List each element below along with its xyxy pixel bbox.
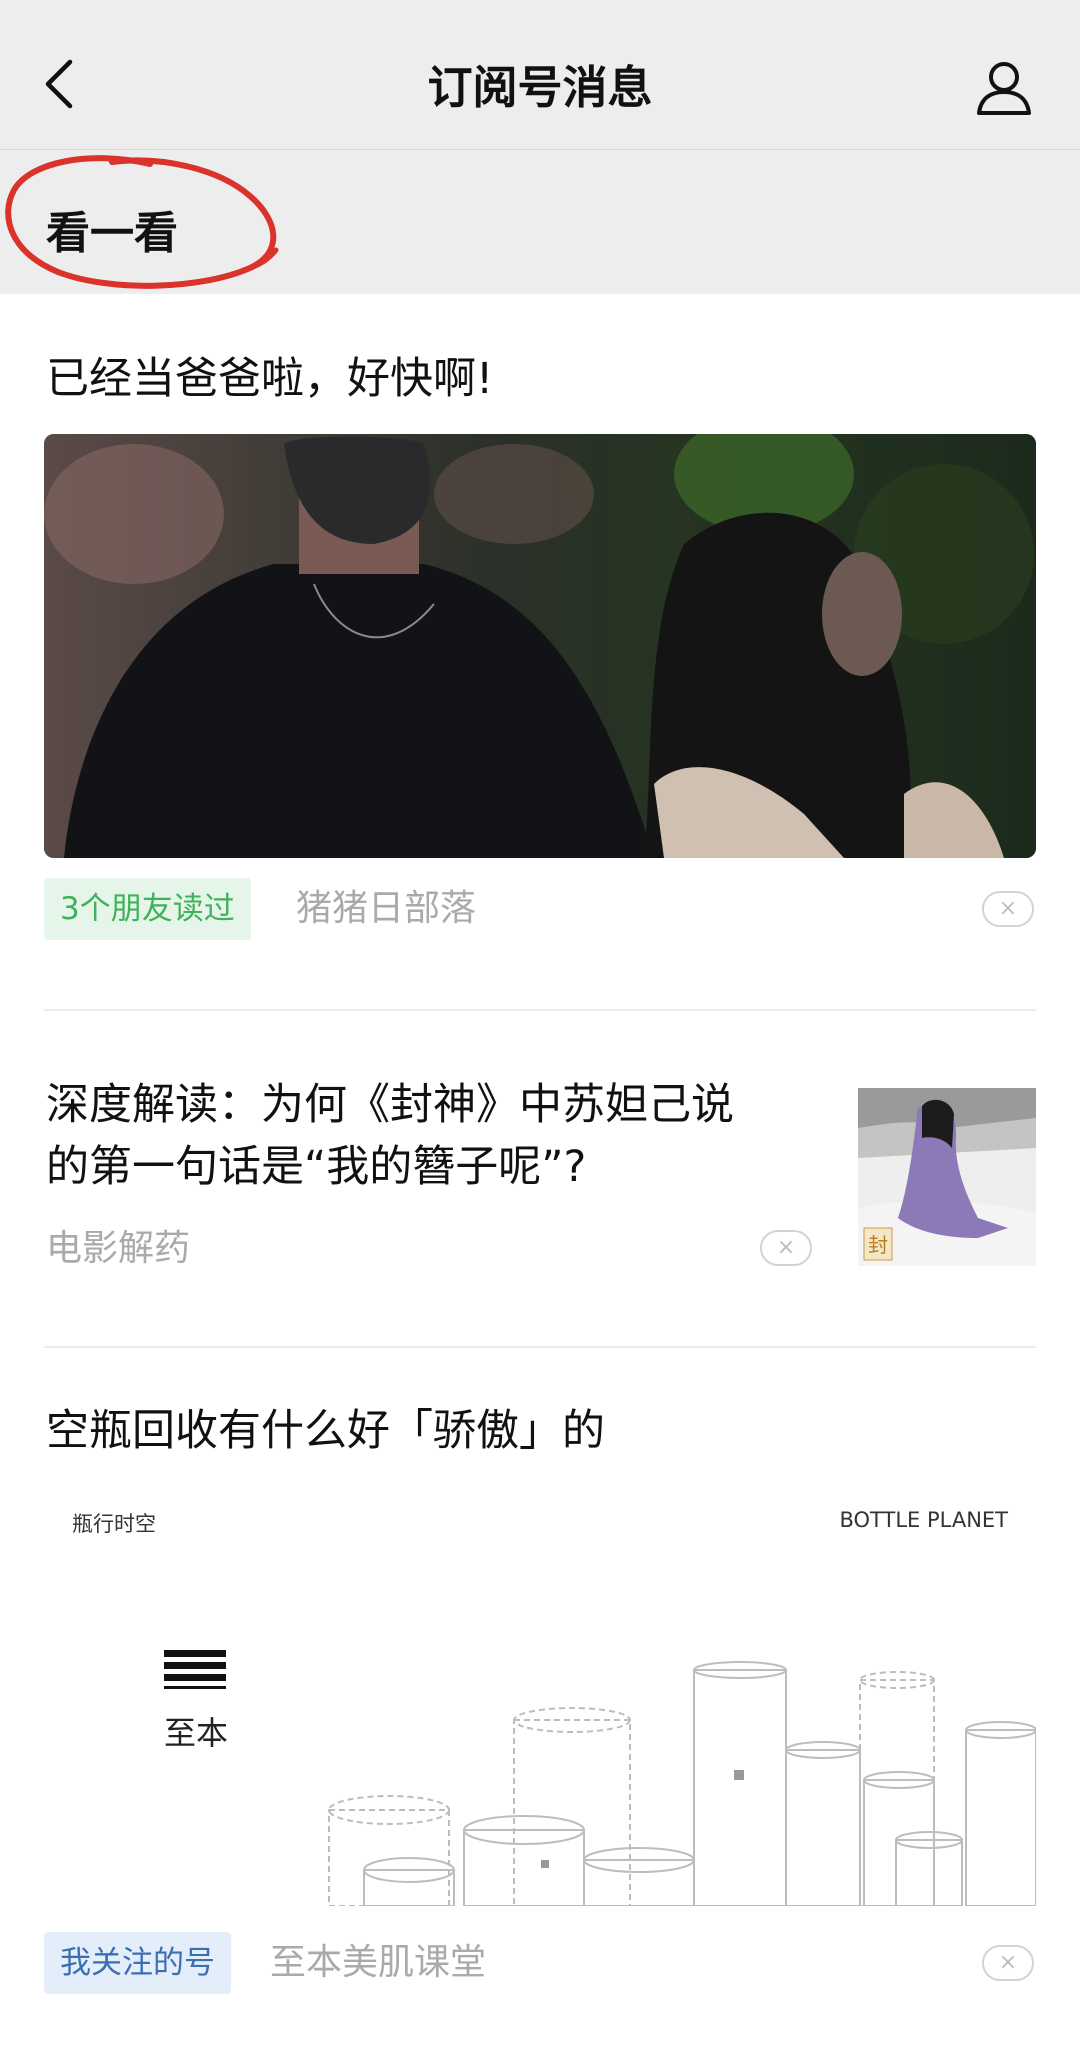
article-title[interactable]: 空瓶回收有什么好「骄傲」的 xyxy=(46,1400,605,1462)
person-icon xyxy=(977,62,1031,115)
friends-read-tag: 3个朋友读过 xyxy=(44,878,251,940)
feed: 已经当爸爸啦，好快啊! 3个朋友读过 猪猪日部落 × 深度解读：为何《封神》中苏… xyxy=(0,294,1080,2048)
article-title[interactable]: 已经当爸爸啦，好快啊! xyxy=(46,348,493,410)
thumbnail-photo: 封 xyxy=(858,1088,1036,1266)
article-title-line1[interactable]: 深度解读：为何《封神》中苏妲己说 xyxy=(46,1074,836,1136)
close-icon: × xyxy=(998,896,1018,921)
article-title-line2[interactable]: 的第一句话是“我的簪子呢”? xyxy=(46,1136,836,1198)
page-title: 订阅号消息 xyxy=(427,61,653,114)
close-icon: × xyxy=(998,1950,1018,1975)
divider xyxy=(44,1346,1036,1348)
article-source[interactable]: 猪猪日部落 xyxy=(296,878,476,940)
bottles-illustration xyxy=(164,1650,1036,1906)
dismiss-button[interactable]: × xyxy=(982,1945,1034,1981)
thumbnail-mark: 封 xyxy=(868,1233,888,1257)
dismiss-button[interactable]: × xyxy=(982,891,1034,927)
article-cover-image[interactable] xyxy=(44,434,1036,858)
article-thumbnail[interactable]: 封 xyxy=(858,1088,1036,1266)
profile-button[interactable] xyxy=(974,58,1034,118)
divider xyxy=(44,1009,1036,1011)
article-source[interactable]: 电影解药 xyxy=(46,1218,190,1280)
section-title: 看一看 xyxy=(46,208,178,259)
nav-bar: 订阅号消息 xyxy=(0,0,1080,150)
article-source[interactable]: 至本美肌课堂 xyxy=(270,1932,486,1994)
brand-name: 至本 xyxy=(164,1714,229,1752)
close-icon: × xyxy=(776,1235,796,1260)
cover-photo xyxy=(44,434,1036,858)
dismiss-button[interactable]: × xyxy=(760,1230,812,1266)
article-cover-image[interactable]: 瓶行时空 BOTTLE PLANET 至本 xyxy=(44,1490,1036,1906)
section-header: 看一看 xyxy=(0,150,1080,294)
followed-tag: 我关注的号 xyxy=(44,1932,231,1994)
